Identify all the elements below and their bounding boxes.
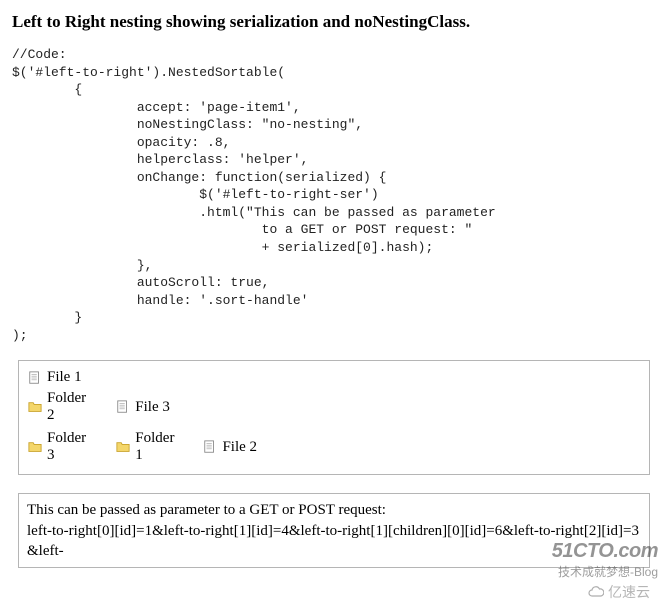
cloud-watermark: 亿速云	[588, 582, 650, 602]
list-item[interactable]: File 2	[202, 437, 641, 458]
tree-panel: File 1 Folder 2 File 3 Folder 3	[18, 360, 650, 475]
item-label: Folder 1	[135, 430, 174, 464]
list-item[interactable]: Folder 3 Folder 1 File 2	[27, 426, 641, 468]
file-icon	[115, 400, 131, 414]
list-item[interactable]: Folder 2 File 3	[27, 388, 641, 426]
serialization-output: This can be passed as parameter to a GET…	[18, 493, 650, 568]
file-icon	[202, 440, 218, 454]
folder-icon	[27, 400, 43, 414]
cloud-icon	[588, 586, 604, 598]
folder-icon	[27, 440, 43, 454]
code-block: //Code: $('#left-to-right').NestedSortab…	[12, 46, 656, 344]
item-label: File 3	[135, 399, 170, 416]
item-label: File 1	[47, 369, 82, 386]
page-title: Left to Right nesting showing serializat…	[12, 12, 656, 32]
list-item[interactable]: File 1	[27, 367, 641, 388]
item-label: File 2	[222, 439, 257, 456]
nested-sortable-list[interactable]: File 1 Folder 2 File 3 Folder 3	[27, 367, 641, 468]
list-item[interactable]: Folder 1 File 2	[115, 428, 641, 466]
cloud-watermark-text: 亿速云	[608, 582, 650, 602]
item-label: Folder 3	[47, 430, 87, 464]
output-line: This can be passed as parameter to a GET…	[27, 500, 641, 520]
output-line: left-to-right[0][id]=1&left-to-right[1][…	[27, 521, 641, 562]
file-icon	[27, 371, 43, 385]
item-label: Folder 2	[47, 390, 87, 424]
folder-icon	[115, 440, 131, 454]
list-item[interactable]: File 3	[115, 397, 641, 418]
